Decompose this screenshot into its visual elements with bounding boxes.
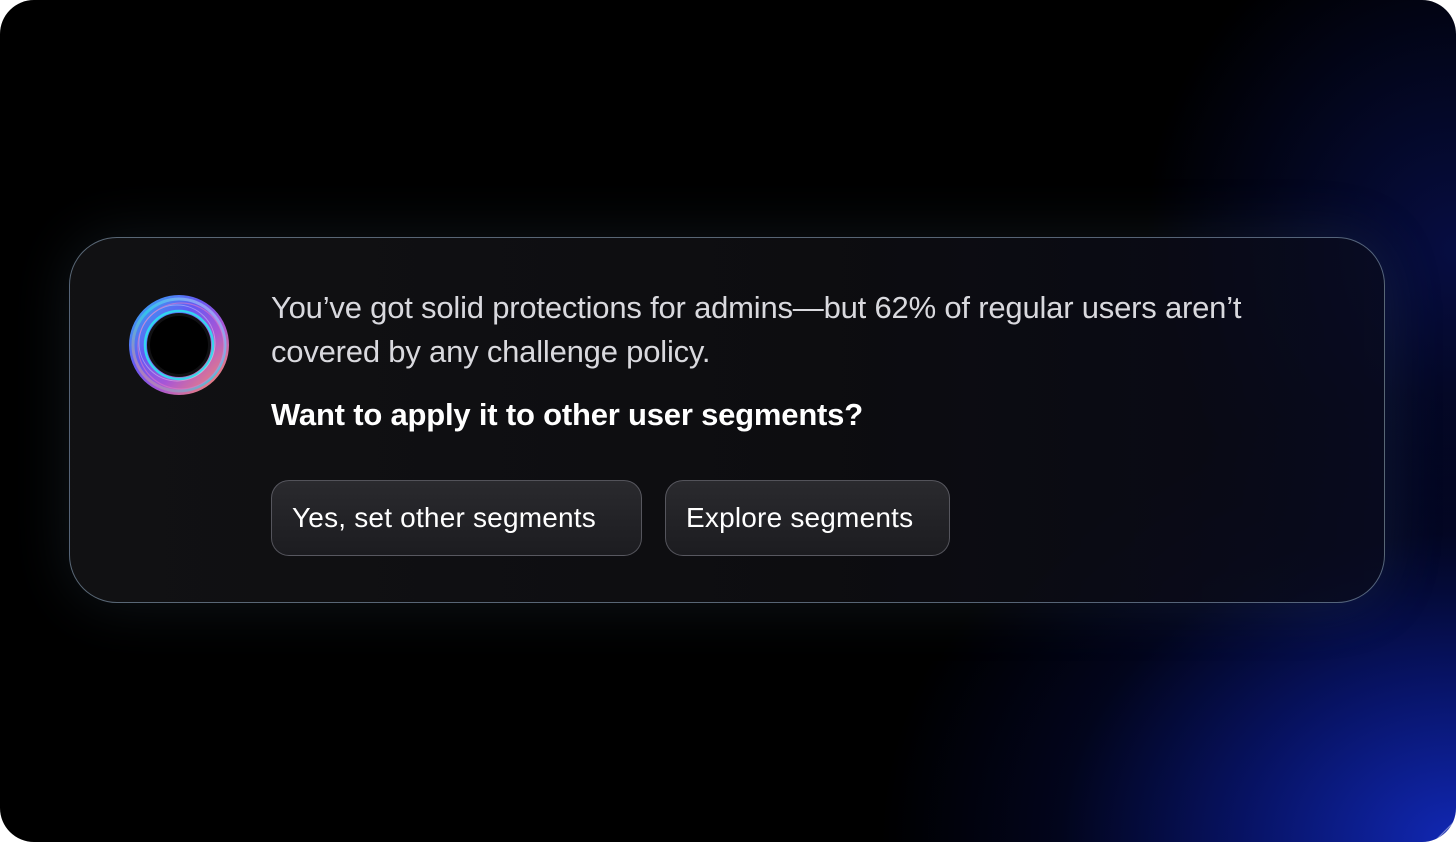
- suggestion-question: Want to apply it to other user segments?: [271, 397, 863, 432]
- set-other-segments-button[interactable]: Yes, set other segments: [271, 480, 642, 556]
- assistant-orb-icon: [129, 295, 229, 395]
- assistant-suggestion-card: You’ve got solid protections for admins—…: [69, 237, 1385, 603]
- explore-segments-button[interactable]: Explore segments: [665, 480, 950, 556]
- suggestion-message: You’ve got solid protections for admins—…: [271, 290, 1242, 369]
- corner-hatch-decoration: [1433, 819, 1456, 842]
- background-canvas: You’ve got solid protections for admins—…: [0, 0, 1456, 842]
